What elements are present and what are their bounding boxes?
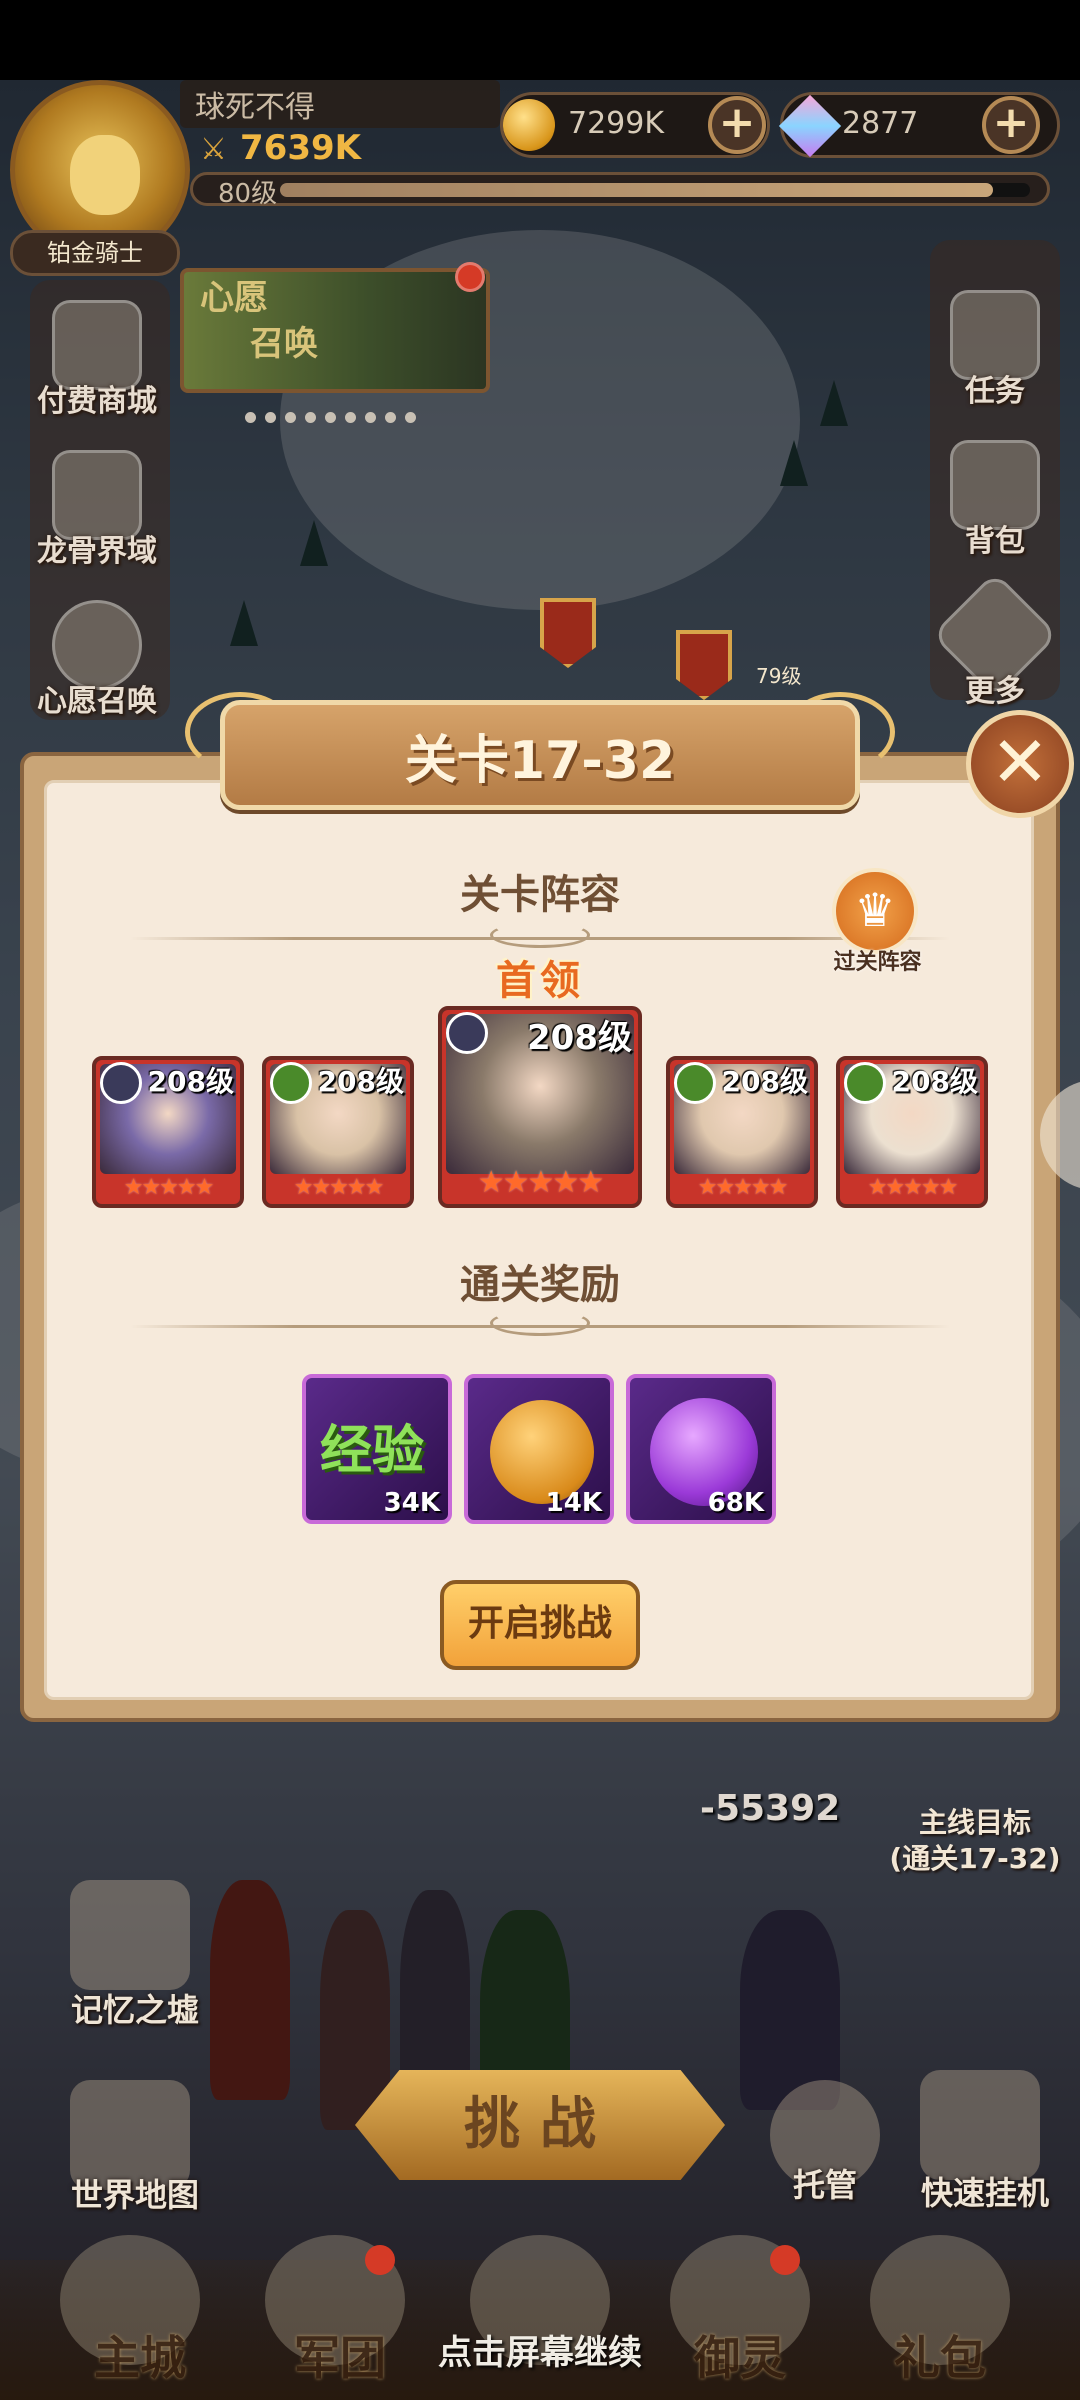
notification-dot [770, 2245, 800, 2275]
gold-amount: 7299K [568, 106, 665, 141]
add-gem-button[interactable]: + [982, 96, 1040, 154]
goal-title: 主线目标 [918, 1806, 1031, 1839]
divider-ornament [490, 1310, 590, 1336]
star-rating: ★★★★★ [867, 1175, 959, 1200]
menu-label: 心愿召唤 [37, 684, 157, 719]
page-dot [365, 412, 376, 423]
banner-line: 心愿 [200, 278, 268, 318]
auto-label: 托管 [792, 2166, 857, 2204]
page-dot [305, 412, 316, 423]
menu-backpack[interactable]: 背包 [920, 430, 1070, 580]
hourglass-icon[interactable] [920, 2070, 1040, 2180]
arcane-faction-icon [446, 1012, 488, 1054]
goal-detail: (通关17-32) [889, 1842, 1061, 1875]
star-rating: ★★★★★ [293, 1175, 385, 1200]
star-rating: ★★★★★ [123, 1175, 215, 1200]
rewards-title: 通关奖励 [460, 1262, 620, 1308]
nature-faction-icon [270, 1062, 312, 1104]
rank-badge: 铂金骑士 [10, 230, 180, 276]
player-name: 球死不得 [195, 90, 315, 125]
player-power: 7639K [240, 128, 361, 168]
hero-card[interactable]: 208级 ★★★★★ [92, 1056, 244, 1208]
banner-pagination [245, 408, 425, 423]
lineup-title: 关卡阵容 [460, 872, 620, 918]
banner-text: 心愿 召唤 [200, 275, 318, 367]
exp-icon: 经验 [320, 1421, 425, 1481]
divider-ornament [490, 922, 590, 948]
status-bar [0, 0, 1080, 80]
reward-orb[interactable]: 68K [626, 1374, 776, 1524]
boss-tag: 首领 [496, 958, 584, 1004]
add-gold-button[interactable]: + [708, 96, 766, 154]
nature-faction-icon [674, 1062, 716, 1104]
menu-label: 背包 [965, 524, 1025, 559]
hero-card[interactable]: 208级 ★★★★★ [666, 1056, 818, 1208]
nature-faction-icon [844, 1062, 886, 1104]
reward-qty: 34K [383, 1488, 440, 1518]
page-dot [385, 412, 396, 423]
memory-ruins-label: 记忆之墟 [70, 1991, 199, 2029]
player-level: 80级 [218, 179, 278, 209]
star-rating: ★★★★★ [697, 1175, 789, 1200]
level-progress-fill [280, 183, 993, 197]
swords-icon: ⚔ [200, 132, 227, 167]
damage-number: -55392 [700, 1788, 841, 1829]
reward-exp[interactable]: 经验 34K [302, 1374, 452, 1524]
crown-icon[interactable]: ♛ [832, 868, 918, 954]
menu-wish-summon[interactable]: 心愿召唤 [22, 590, 172, 740]
menu-label: 任务 [965, 374, 1025, 409]
menu-more[interactable]: 更多 [920, 571, 1070, 730]
gem-amount: 2877 [842, 106, 919, 141]
pass-lineup-label[interactable]: 过关阵容 [820, 944, 935, 976]
page-dot [245, 412, 256, 423]
quick-idle-label: 快速挂机 [920, 2174, 1049, 2212]
dialog-title: 关卡17-32 [404, 731, 676, 791]
menu-quests[interactable]: 任务 [920, 280, 1070, 430]
hero-level: 208级 [147, 1065, 234, 1098]
menu-label: 更多 [965, 674, 1025, 709]
page-dot [345, 412, 356, 423]
reward-gold[interactable]: 14K [464, 1374, 614, 1524]
menu-label: 付费商城 [37, 384, 157, 419]
hero-level: 208级 [527, 1018, 632, 1058]
hero-level: 208级 [317, 1065, 404, 1098]
hero-card[interactable]: 208级 ★★★★★ [262, 1056, 414, 1208]
menu-label: 龙骨界域 [37, 534, 157, 569]
reward-qty: 68K [707, 1488, 764, 1518]
avatar-face [70, 135, 140, 215]
banner-line: 召唤 [250, 324, 318, 364]
gold-coin-icon [503, 99, 555, 151]
map-level-marker: 79级 [756, 664, 802, 688]
star-rating: ★★★★★ [477, 1165, 604, 1200]
hero-level: 208级 [721, 1065, 808, 1098]
page-dot [405, 412, 416, 423]
page-dot [285, 412, 296, 423]
notification-dot [365, 2245, 395, 2275]
menu-dragon-bone[interactable]: 龙骨界域 [22, 440, 172, 590]
hero-card[interactable]: 208级 ★★★★★ [836, 1056, 988, 1208]
start-challenge-button[interactable]: 开启挑战 [440, 1580, 640, 1670]
reward-qty: 14K [545, 1488, 602, 1518]
tap-to-continue-hint[interactable]: 点击屏幕继续 [0, 2325, 1080, 2374]
boss-hero-card[interactable]: 208级 ★★★★★ [438, 1006, 642, 1208]
page-dot [265, 412, 276, 423]
arcane-faction-icon [100, 1062, 142, 1104]
close-button[interactable]: ✕ [966, 710, 1074, 818]
menu-paid-shop[interactable]: 付费商城 [22, 290, 172, 440]
main-quest-goal[interactable]: 主线目标 (通关17-32) [880, 1805, 1070, 1877]
hero-level: 208级 [891, 1065, 978, 1098]
challenge-button[interactable]: 挑战 [355, 2070, 725, 2180]
page-dot [325, 412, 336, 423]
memory-ruins-icon[interactable] [70, 1880, 190, 1990]
notification-dot [455, 262, 485, 292]
world-map-label: 世界地图 [70, 2176, 199, 2214]
